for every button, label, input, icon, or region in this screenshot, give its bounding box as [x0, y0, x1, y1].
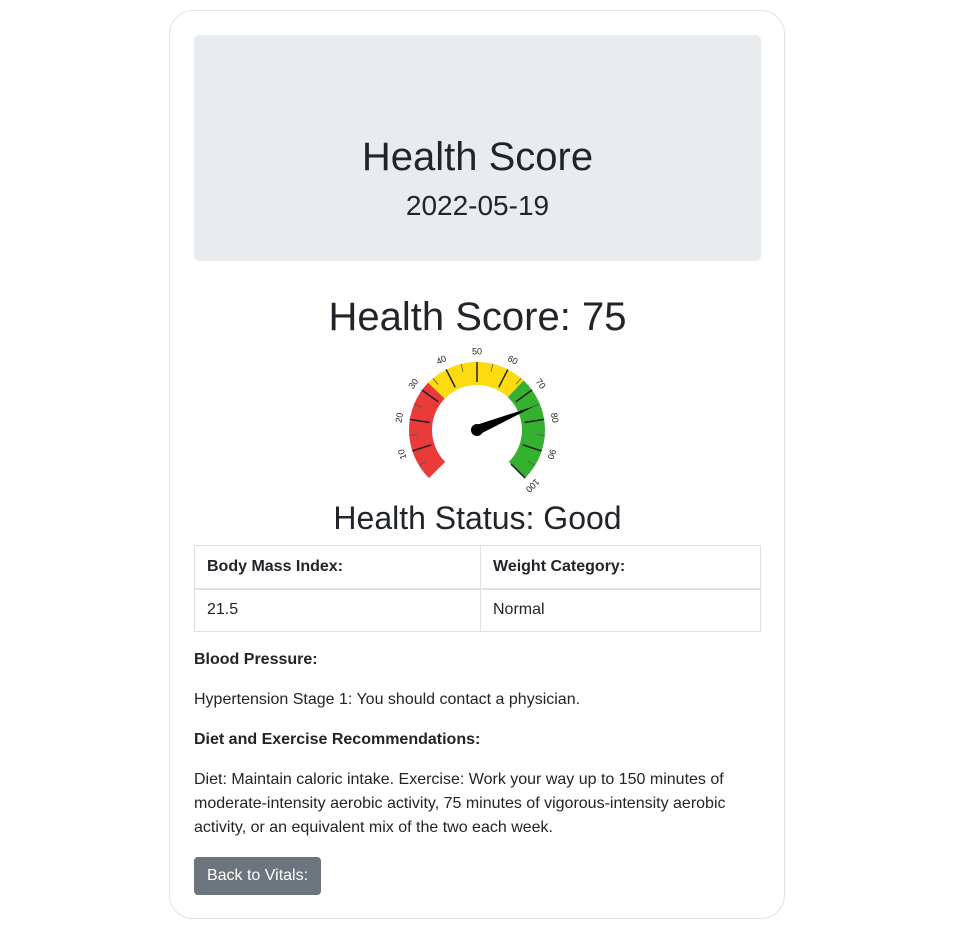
gauge-tick-label: 60 [506, 353, 519, 366]
gauge-needle-hub [471, 424, 483, 436]
gauge-zone-3 [507, 380, 545, 479]
header-banner: Health Score 2022-05-19 [194, 35, 761, 261]
gauge-tick-label: 70 [534, 377, 548, 391]
page-title: Health Score [361, 135, 594, 179]
gauge-tick-label: 10 [396, 448, 409, 461]
bmi-value: 21.5 [194, 588, 481, 632]
gauge-tick-label: 90 [545, 448, 558, 461]
vitals-table: Body Mass Index: Weight Category: 21.5 N… [194, 545, 761, 632]
report-date: 2022-05-19 [405, 190, 550, 221]
health-score-heading: Health Score: 75 [328, 295, 627, 339]
back-to-vitals-button[interactable]: Back to Vitals: [194, 857, 321, 895]
gauge-tick-label: 50 [472, 346, 482, 356]
health-score-gauge: 10 20 30 40 50 60 70 80 90 100 [394, 346, 561, 495]
recommendations-label: Diet and Exercise Recommendations: [194, 731, 481, 748]
gauge-zone-1 [409, 382, 446, 479]
gauge-tick-label: 20 [394, 412, 405, 423]
blood-pressure-label: Blood Pressure: [194, 651, 318, 668]
weight-category-value: Normal [480, 588, 761, 632]
bmi-column-header: Body Mass Index: [194, 545, 481, 590]
health-status-heading: Health Status: Good [333, 500, 622, 536]
gauge-tick-label: 30 [406, 377, 420, 391]
recommendations-text: Diet: Maintain caloric intake. Exercise:… [194, 771, 726, 836]
table-row: 21.5 Normal [194, 588, 761, 632]
gauge-tick-label: 100 [524, 477, 542, 495]
blood-pressure-text: Hypertension Stage 1: You should contact… [194, 691, 581, 708]
gauge-tick-label: 80 [549, 412, 560, 423]
gauge-tick-label: 40 [435, 353, 448, 366]
gauge-zone-2 [428, 362, 524, 399]
table-header-row: Body Mass Index: Weight Category: [194, 545, 761, 590]
weight-category-column-header: Weight Category: [480, 545, 761, 590]
